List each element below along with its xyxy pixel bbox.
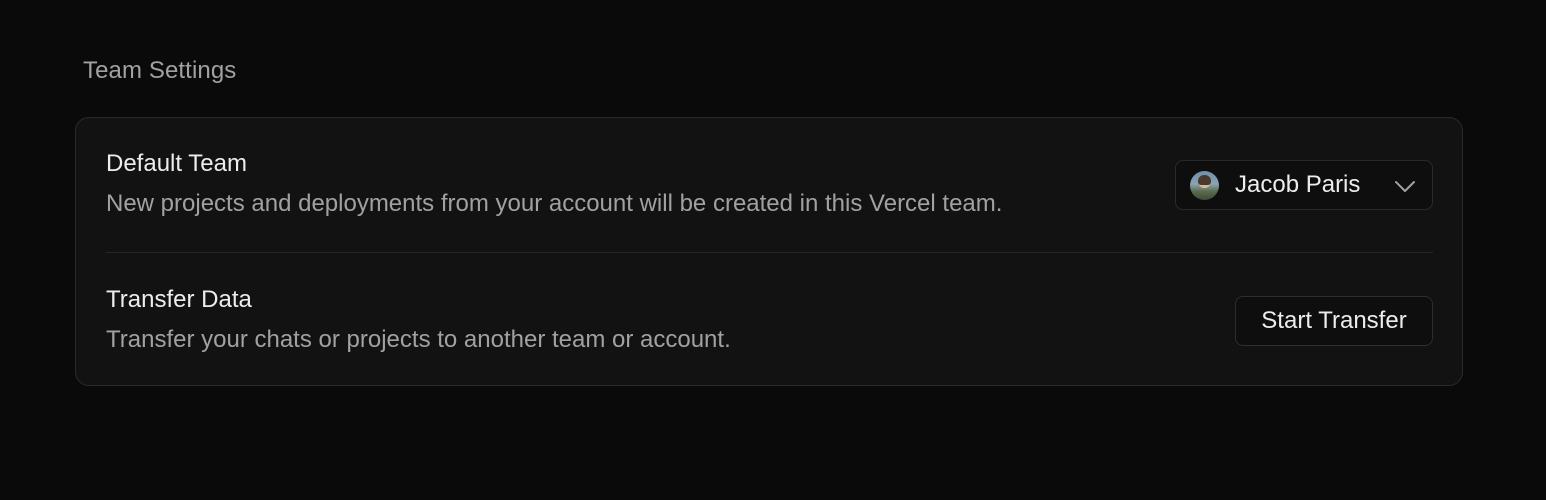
team-select-dropdown[interactable]: Jacob Paris [1175, 160, 1433, 210]
avatar [1190, 171, 1219, 200]
divider [106, 252, 1433, 253]
section-title: Team Settings [83, 57, 237, 84]
default-team-title: Default Team [106, 150, 247, 177]
selected-team-label: Jacob Paris [1235, 171, 1361, 198]
start-transfer-button[interactable]: Start Transfer [1235, 296, 1433, 346]
default-team-description: New projects and deployments from your a… [106, 190, 1003, 217]
transfer-data-title: Transfer Data [106, 286, 252, 313]
transfer-data-row: Transfer Data Transfer your chats or pro… [106, 284, 1433, 364]
default-team-row: Default Team New projects and deployment… [106, 148, 1433, 252]
transfer-data-description: Transfer your chats or projects to anoth… [106, 326, 731, 353]
team-settings-card: Default Team New projects and deployment… [75, 117, 1463, 386]
chevron-down-icon [1395, 181, 1415, 192]
